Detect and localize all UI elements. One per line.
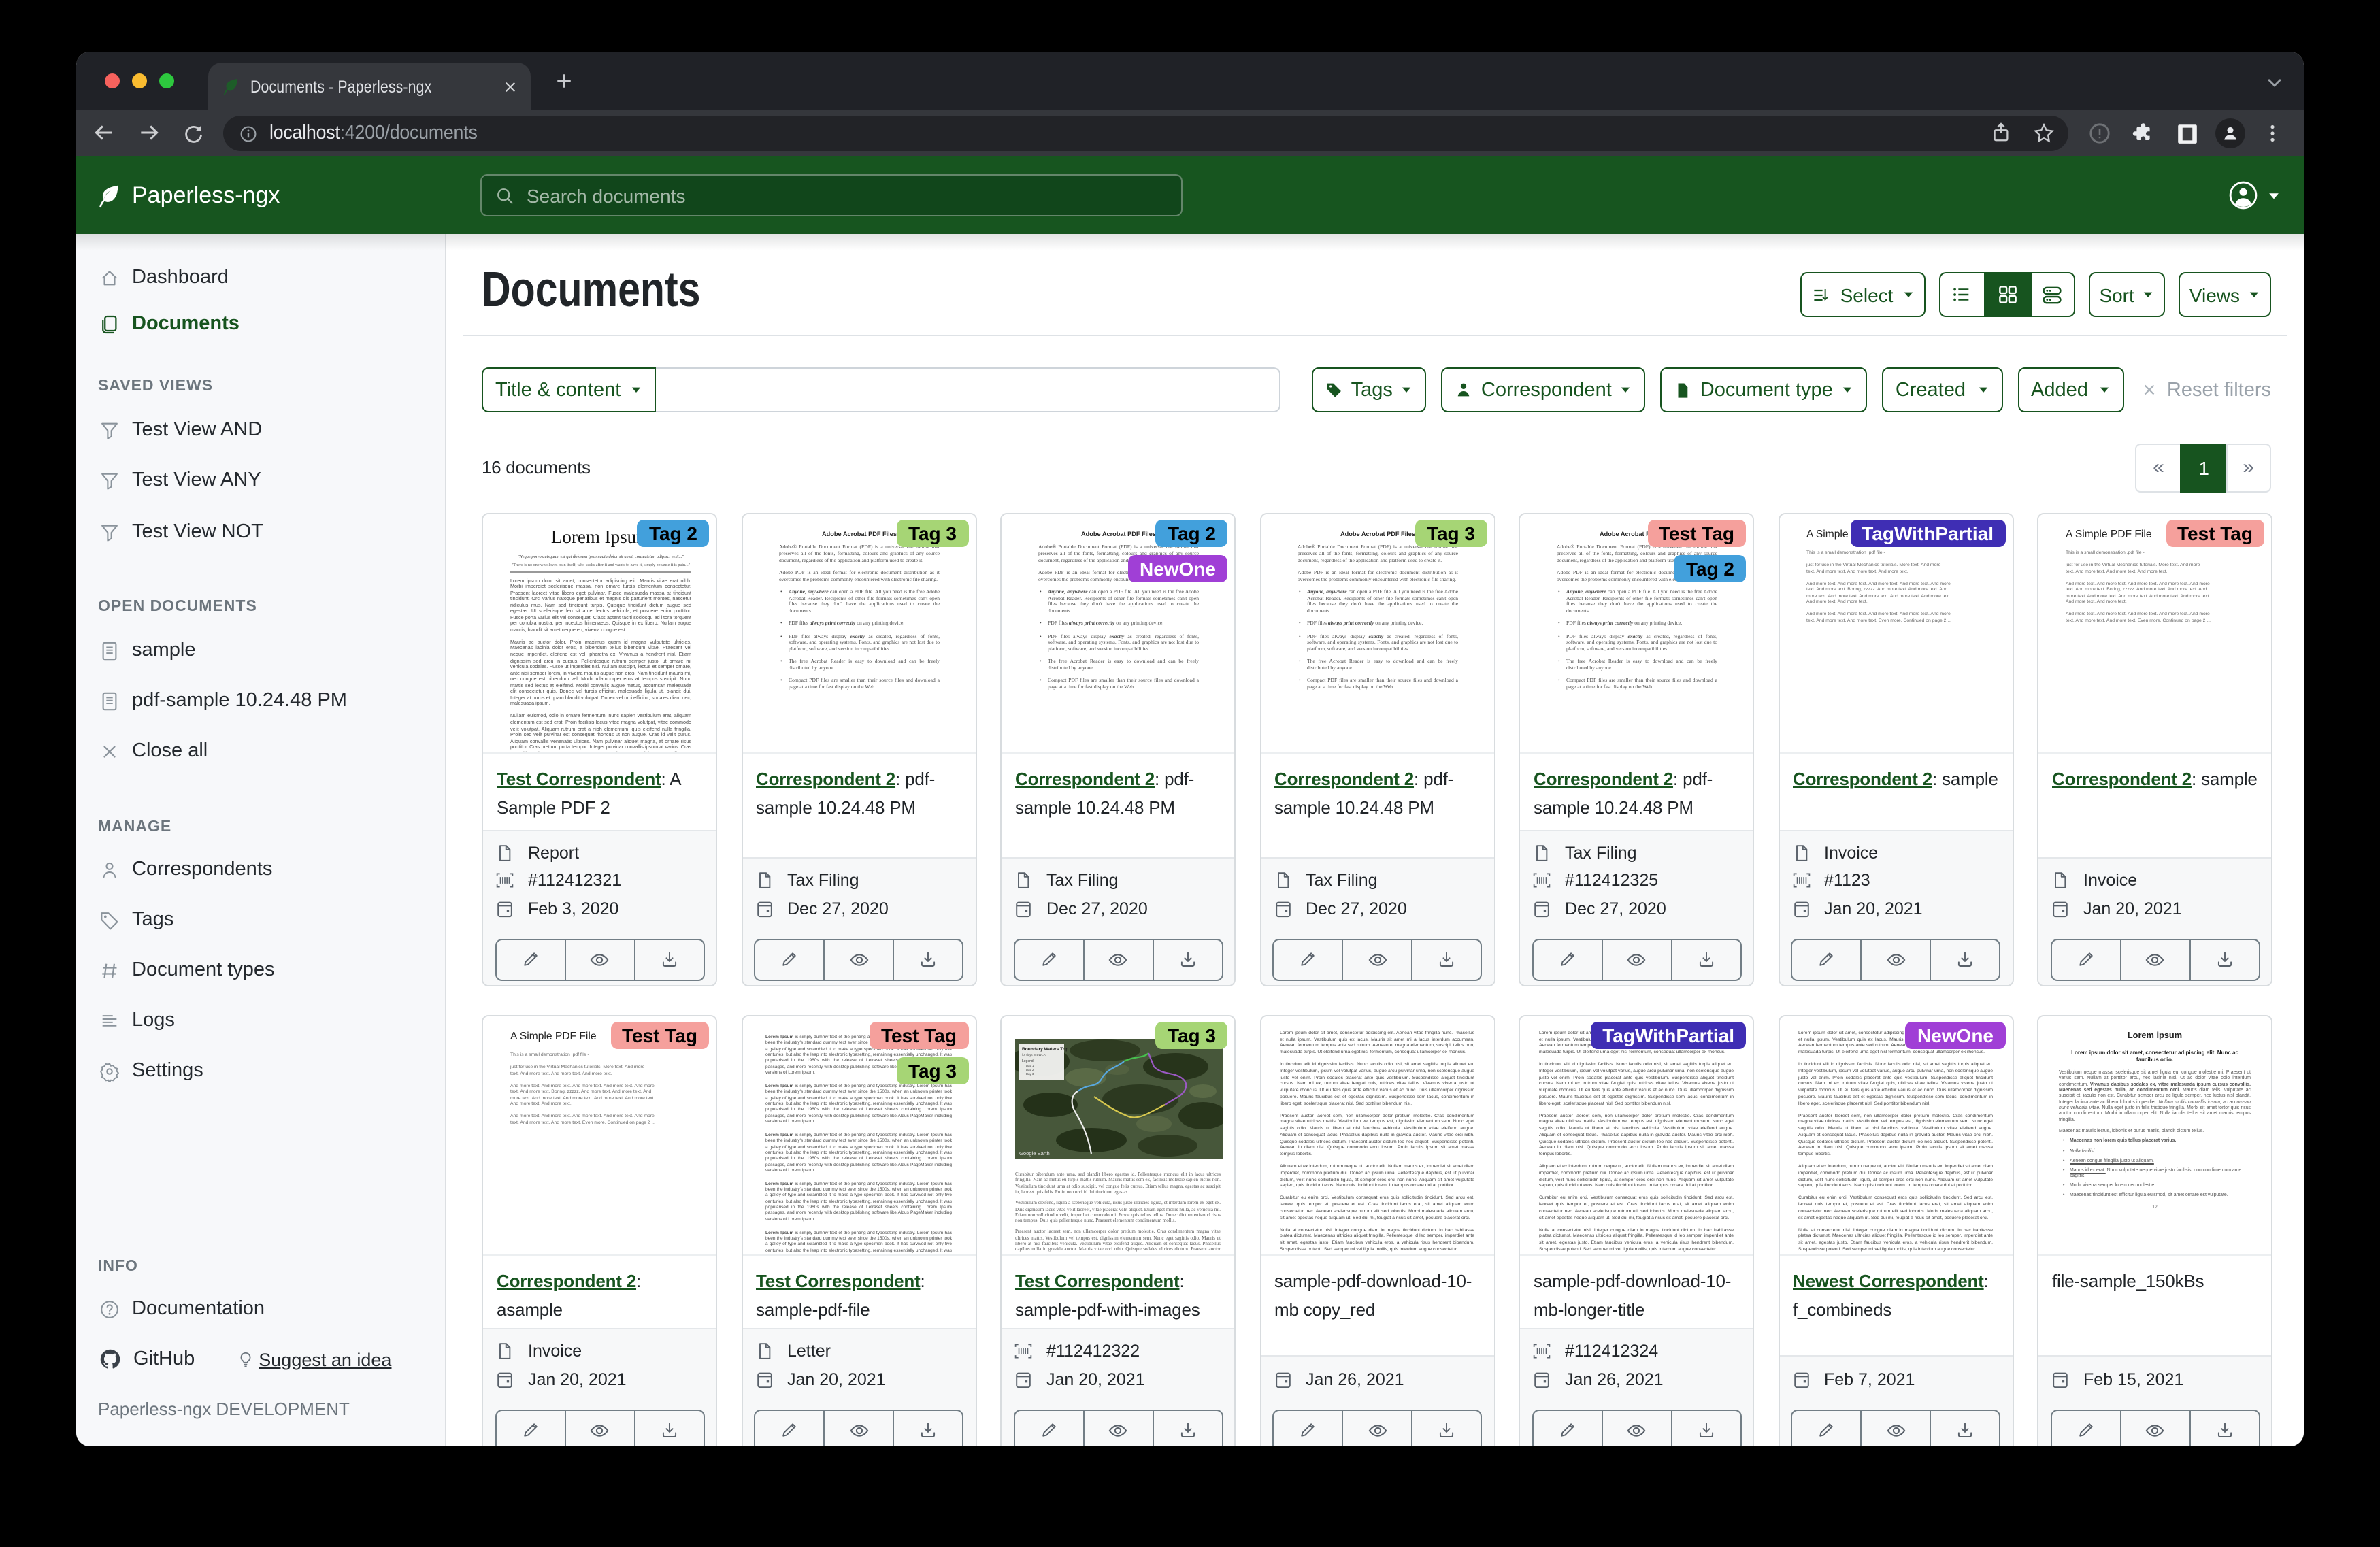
svg-text:for days in BWCA: for days in BWCA xyxy=(1022,1053,1046,1057)
svg-text:Day 3: Day 3 xyxy=(1026,1072,1034,1076)
svg-text:Google Earth: Google Earth xyxy=(1019,1150,1050,1157)
svg-text:Boundary Waters Trip: Boundary Waters Trip xyxy=(1022,1047,1068,1052)
svg-text:Day 1: Day 1 xyxy=(1026,1064,1034,1067)
svg-text:Day 2: Day 2 xyxy=(1026,1068,1034,1071)
svg-text:Legend: Legend xyxy=(1022,1059,1034,1063)
